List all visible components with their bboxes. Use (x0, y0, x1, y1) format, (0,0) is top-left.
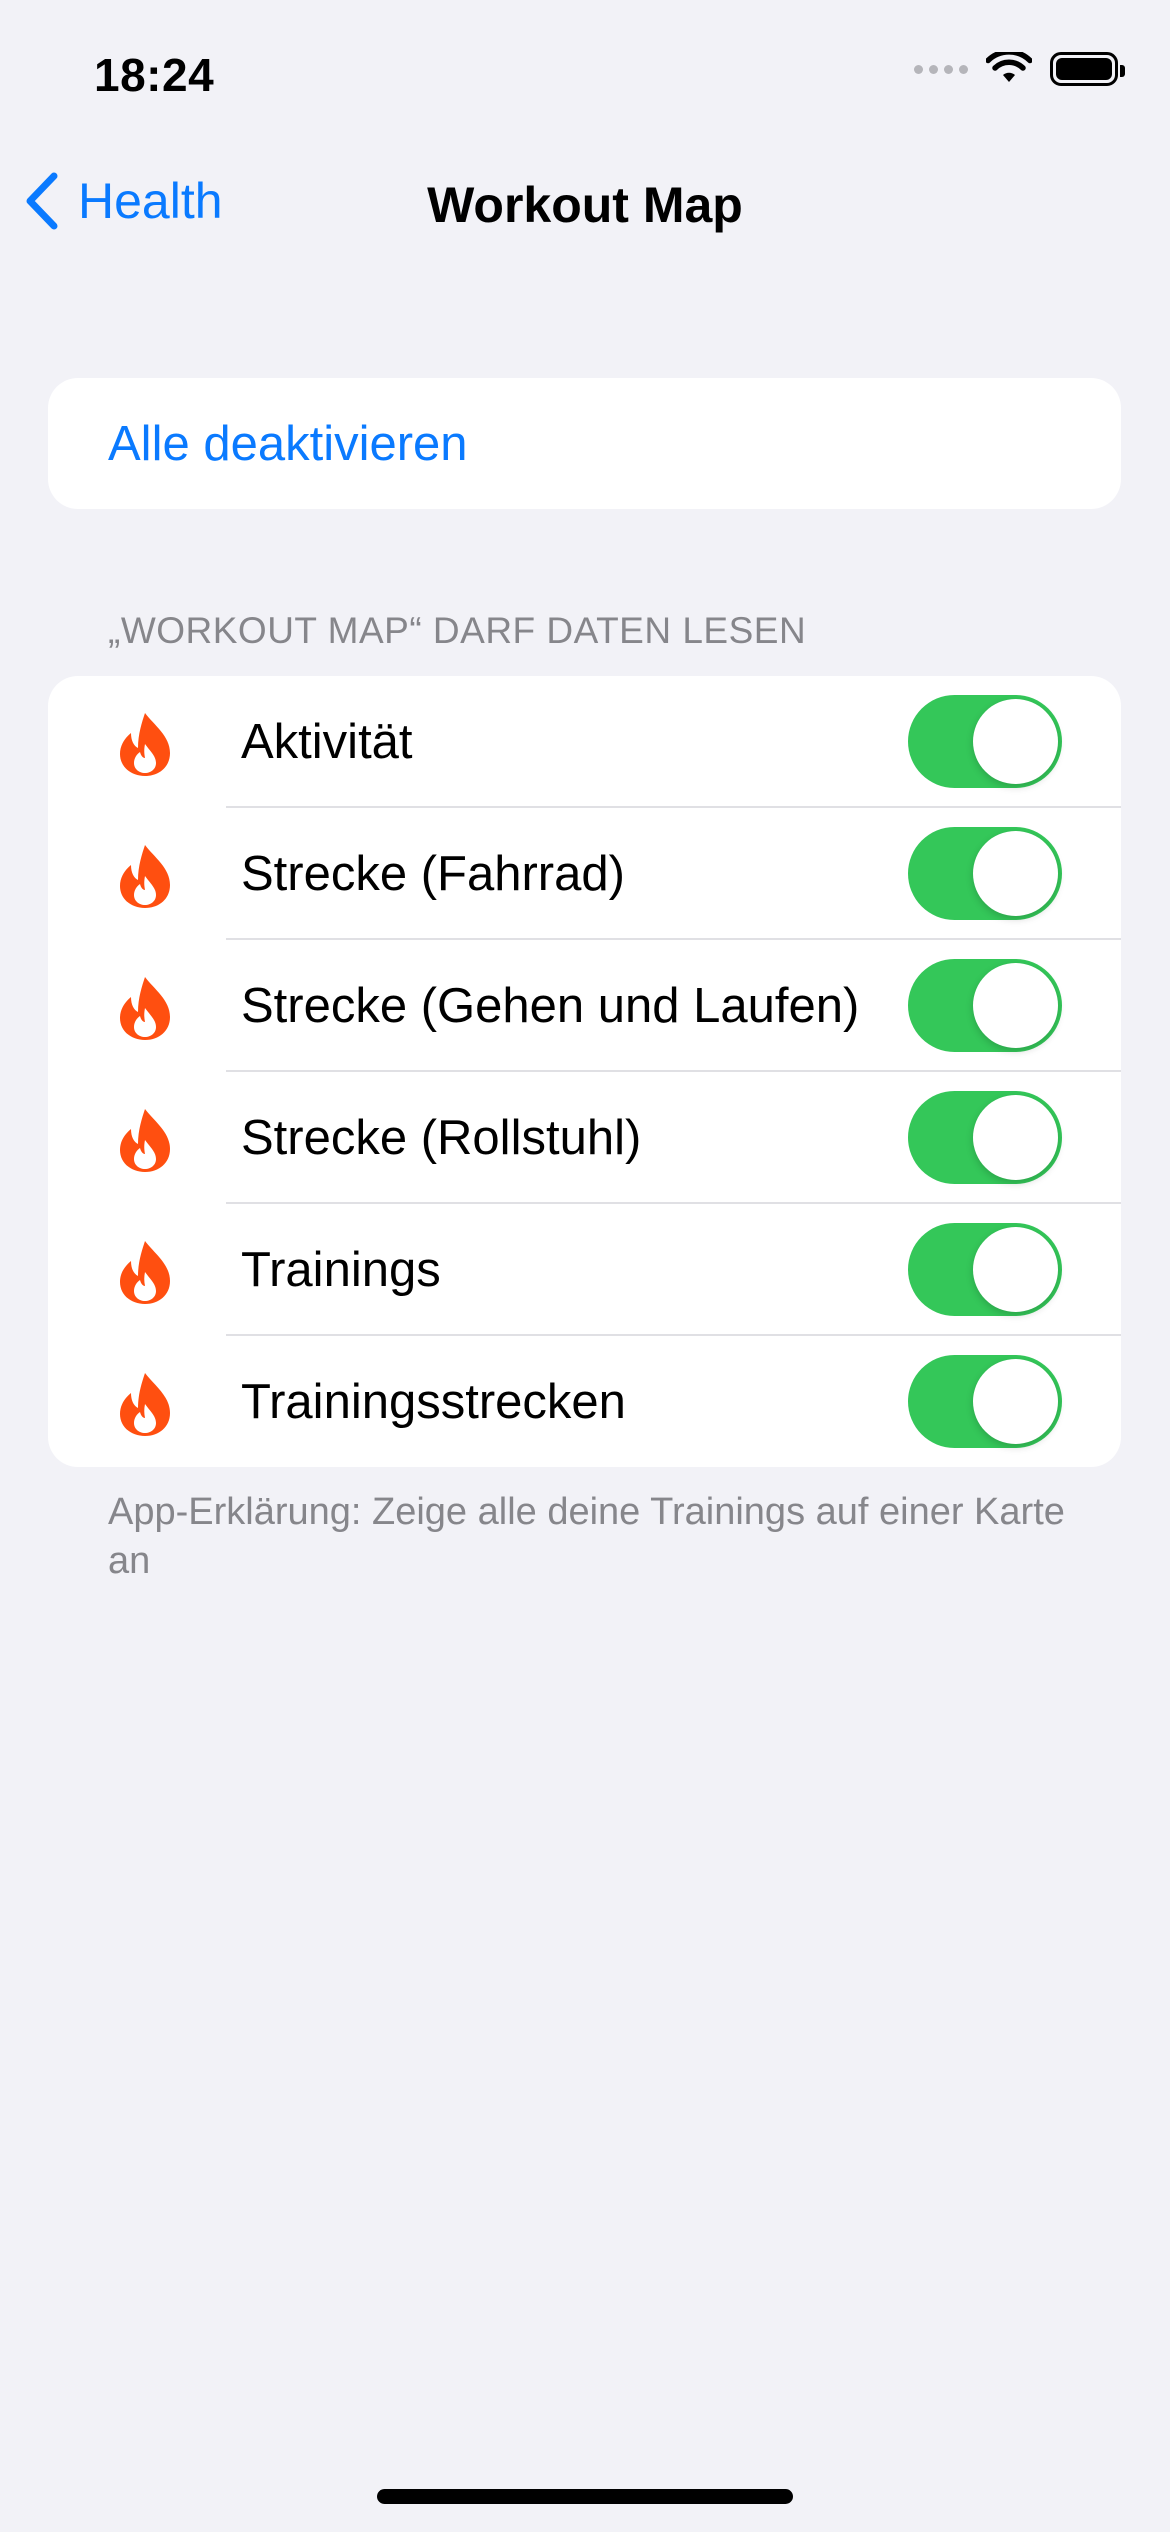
flame-icon (120, 713, 170, 776)
permission-toggle[interactable] (908, 1355, 1062, 1448)
flame-icon (120, 1109, 170, 1172)
permissions-list: Aktivität Strecke (Fahrrad) Strecke (Geh… (48, 676, 1121, 1467)
app-explanation: App-Erklärung: Zeige alle deine Training… (108, 1491, 1065, 1582)
cellular-signal-icon (914, 64, 968, 74)
disable-all-button[interactable]: Alle deaktivieren (108, 416, 468, 472)
action-card: Alle deaktivieren (48, 378, 1121, 509)
section-header: „WORKOUT MAP“ DARF DATEN LESEN (108, 610, 807, 651)
permission-toggle[interactable] (908, 1091, 1062, 1184)
permission-label: Strecke (Gehen und Laufen) (241, 979, 860, 1033)
list-item: Aktivität (48, 676, 1121, 808)
list-item: Strecke (Fahrrad) (48, 808, 1121, 940)
wifi-icon (986, 52, 1032, 82)
flame-icon (120, 1373, 170, 1436)
permission-label: Strecke (Rollstuhl) (241, 1111, 642, 1165)
status-icons (914, 52, 1125, 86)
list-item: Trainingsstrecken (48, 1336, 1121, 1467)
flame-icon (120, 845, 170, 908)
permission-label: Aktivität (241, 715, 413, 769)
permission-toggle[interactable] (908, 1223, 1062, 1316)
list-item: Trainings (48, 1204, 1121, 1336)
home-indicator[interactable] (377, 2489, 793, 2504)
permission-toggle[interactable] (908, 959, 1062, 1052)
flame-icon (120, 1241, 170, 1304)
permission-label: Trainingsstrecken (241, 1375, 626, 1429)
status-time: 18:24 (94, 49, 215, 101)
permission-label: Strecke (Fahrrad) (241, 847, 625, 901)
permission-label: Trainings (241, 1243, 441, 1297)
permission-toggle[interactable] (908, 827, 1062, 920)
list-item: Strecke (Gehen und Laufen) (48, 940, 1121, 1072)
permission-toggle[interactable] (908, 695, 1062, 788)
page-title: Workout Map (427, 177, 743, 233)
list-item: Strecke (Rollstuhl) (48, 1072, 1121, 1204)
battery-icon (1050, 52, 1125, 86)
flame-icon (120, 977, 170, 1040)
